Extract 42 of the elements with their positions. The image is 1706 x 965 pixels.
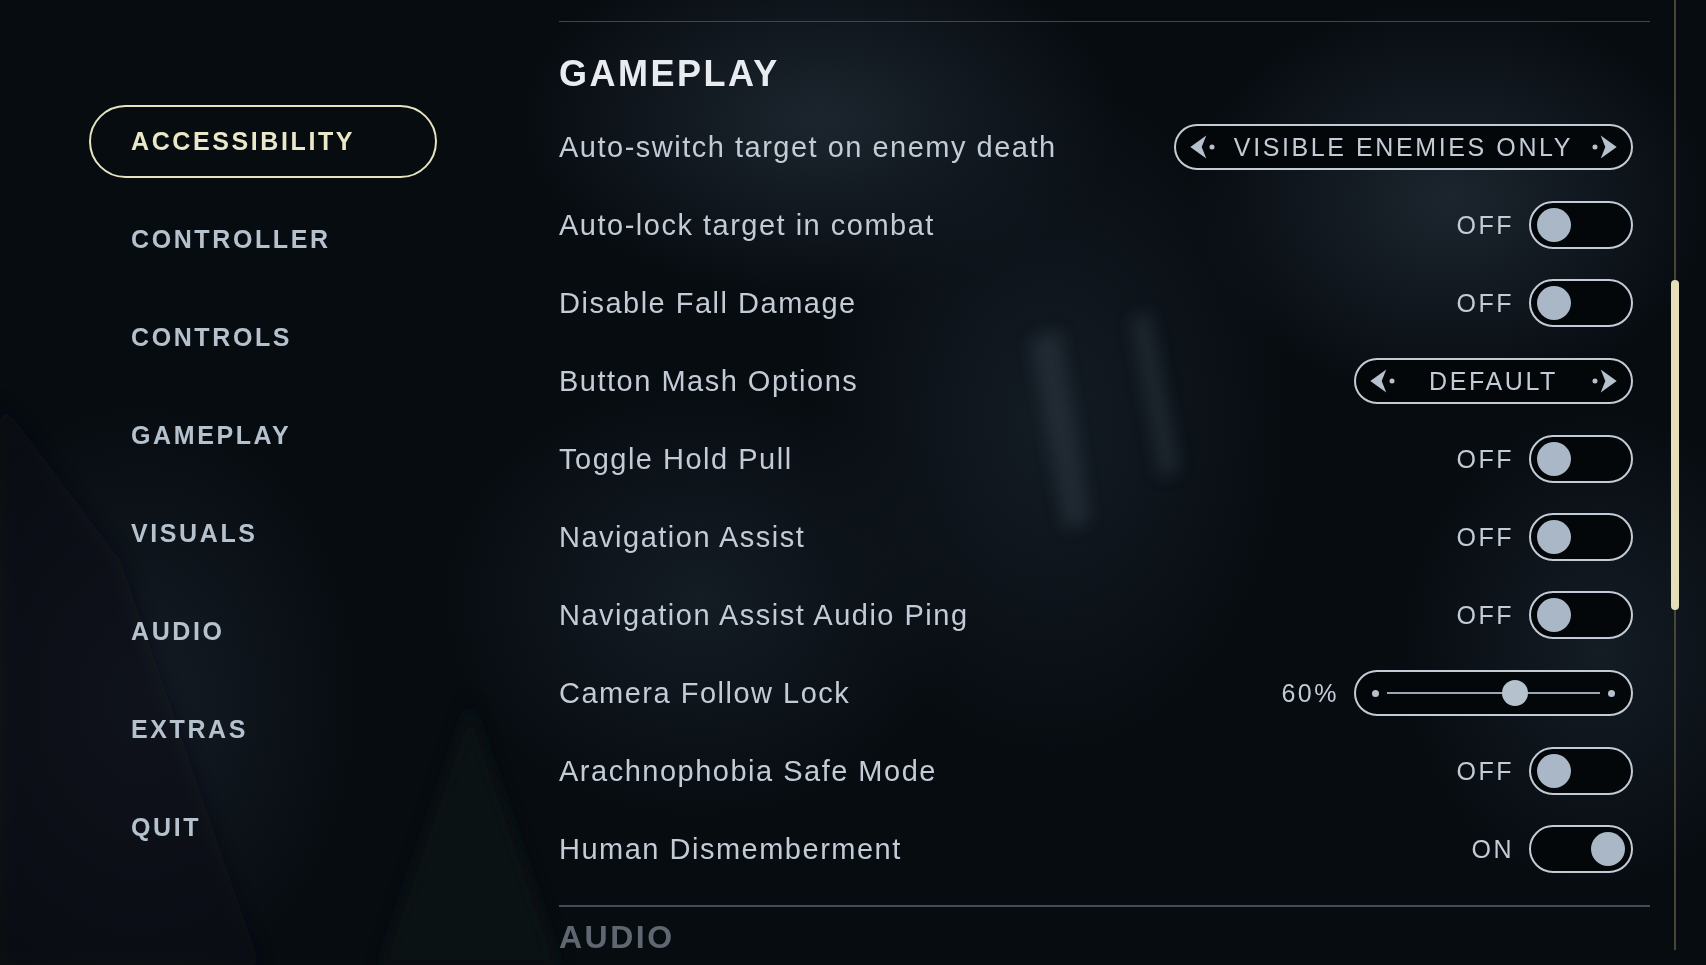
- section-heading: GAMEPLAY: [559, 54, 781, 94]
- slider-value: 60%: [1281, 678, 1339, 708]
- toggle-switch[interactable]: [1529, 591, 1633, 639]
- setting-label: Navigation Assist: [559, 520, 806, 554]
- sidebar-item[interactable]: ACCESSIBILITY: [89, 105, 437, 178]
- setting-label: Human Dismemberment: [559, 832, 902, 866]
- slider[interactable]: [1354, 670, 1633, 716]
- setting-label: Arachnophobia Safe Mode: [559, 754, 937, 788]
- slider-end-dot-icon: [1608, 689, 1615, 697]
- setting-label: Button Mash Options: [559, 364, 859, 398]
- slider-thumb[interactable]: [1501, 680, 1528, 706]
- toggle-state-label: OFF: [1456, 522, 1514, 552]
- sidebar-item[interactable]: VISUALS: [89, 497, 437, 570]
- toggle-state-label: OFF: [1456, 444, 1514, 474]
- sidebar-item[interactable]: CONTROLS: [89, 301, 437, 374]
- sidebar-item[interactable]: QUIT: [89, 791, 437, 864]
- toggle-switch[interactable]: [1529, 201, 1633, 249]
- toggle-state-label: OFF: [1456, 756, 1514, 786]
- toggle-switch[interactable]: [1529, 513, 1633, 561]
- setting-label: Camera Follow Lock: [559, 676, 851, 710]
- setting-label: Auto-switch target on enemy death: [559, 130, 1057, 164]
- sidebar-item[interactable]: EXTRAS: [89, 693, 437, 766]
- setting-label: Auto-lock target in combat: [559, 208, 935, 242]
- option-selector[interactable]: VISIBLE ENEMIES ONLY: [1173, 124, 1633, 170]
- sidebar-item[interactable]: GAMEPLAY: [89, 399, 437, 472]
- toggle-switch[interactable]: [1529, 279, 1633, 327]
- toggle-state-label: ON: [1471, 834, 1514, 864]
- setting-label: Navigation Assist Audio Ping: [559, 598, 969, 632]
- scrollbar-thumb[interactable]: [1671, 280, 1679, 610]
- slider-end-dot-icon: [1372, 689, 1379, 697]
- sidebar-item[interactable]: AUDIO: [89, 595, 437, 668]
- sidebar-item[interactable]: CONTROLLER: [89, 203, 437, 276]
- section-heading: AUDIO: [559, 919, 676, 955]
- toggle-state-label: OFF: [1456, 288, 1514, 318]
- toggle-state-label: OFF: [1456, 210, 1514, 240]
- setting-label: Toggle Hold Pull: [559, 442, 793, 476]
- option-selector[interactable]: DEFAULT: [1354, 358, 1633, 404]
- toggle-switch[interactable]: [1529, 825, 1633, 873]
- toggle-state-label: OFF: [1456, 600, 1514, 630]
- toggle-switch[interactable]: [1529, 747, 1633, 795]
- setting-label: Disable Fall Damage: [559, 286, 857, 320]
- toggle-switch[interactable]: [1529, 435, 1633, 483]
